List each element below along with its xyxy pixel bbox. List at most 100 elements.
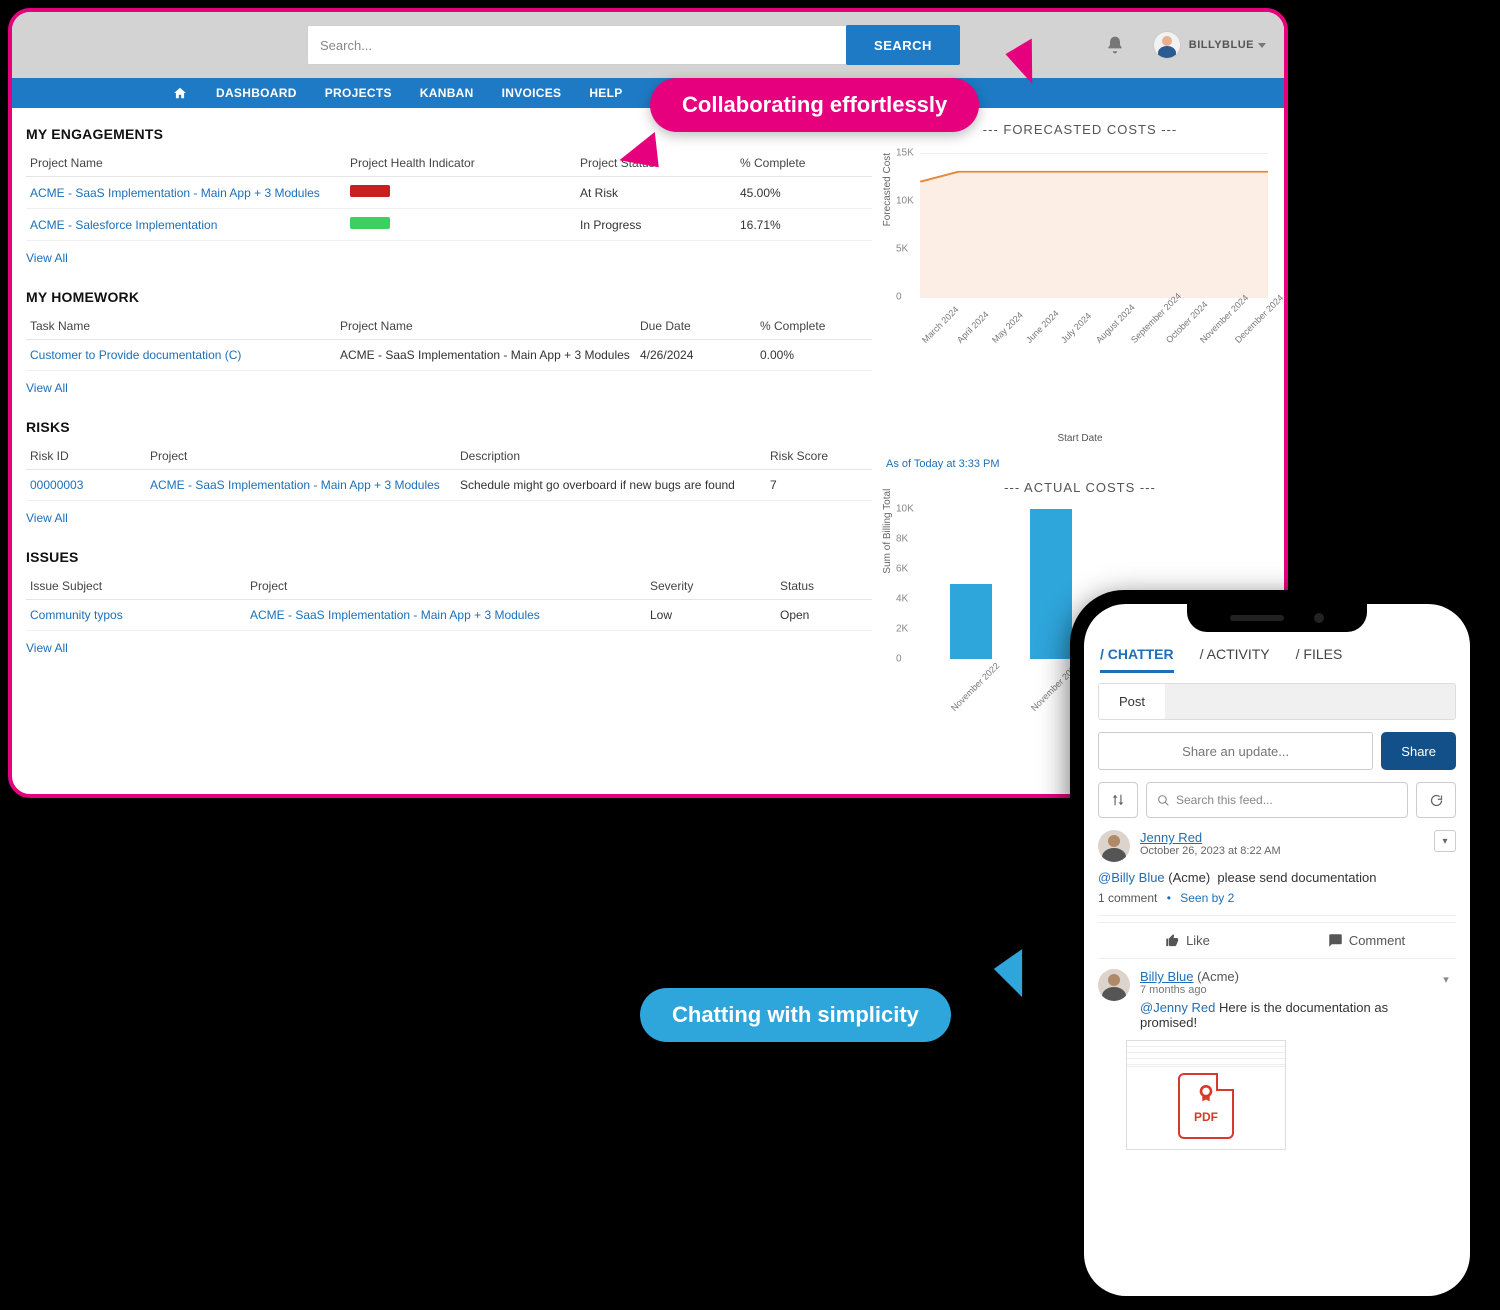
cell: ACME - SaaS Implementation - Main App + … xyxy=(336,340,636,371)
project-link[interactable]: ACME - SaaS Implementation - Main App + … xyxy=(246,600,646,631)
homework-table: Task Name Project Name Due Date % Comple… xyxy=(26,313,872,371)
comments-count[interactable]: 1 comment xyxy=(1098,891,1157,905)
nav-invoices[interactable]: INVOICES xyxy=(502,86,562,100)
username-label[interactable]: BILLYBLUE xyxy=(1189,39,1254,51)
risk-link[interactable]: 00000003 xyxy=(26,470,146,501)
sort-button[interactable] xyxy=(1098,782,1138,818)
table-row: ACME - Salesforce Implementation In Prog… xyxy=(26,209,872,241)
issues-table: Issue Subject Project Severity Status Co… xyxy=(26,573,872,631)
left-column: MY ENGAGEMENTS Project Name Project Heal… xyxy=(12,108,882,794)
tab-activity[interactable]: / ACTIVITY xyxy=(1200,646,1270,673)
topbar: Search... SEARCH BILLYBLUE xyxy=(12,12,1284,78)
mention-link[interactable]: @Jenny Red xyxy=(1140,1000,1215,1015)
feed-post: Jenny Red October 26, 2023 at 8:22 AM ▾ … xyxy=(1098,830,1456,916)
cell: Open xyxy=(776,600,872,631)
table-row: 00000003 ACME - SaaS Implementation - Ma… xyxy=(26,470,872,501)
nav-help[interactable]: HELP xyxy=(589,86,622,100)
nav-projects[interactable]: PROJECTS xyxy=(325,86,392,100)
forecast-chart: Forecasted Cost 15K 10K 5K 0 March 2024 … xyxy=(886,143,1274,383)
ytick: 2K xyxy=(896,624,908,635)
homework-title: MY HOMEWORK xyxy=(26,289,872,305)
view-all-link[interactable]: View All xyxy=(26,641,68,655)
tab-chatter[interactable]: / CHATTER xyxy=(1100,646,1174,673)
refresh-button[interactable] xyxy=(1416,782,1456,818)
ytick: 10K xyxy=(896,504,914,515)
pdf-label: PDF xyxy=(1194,1110,1218,1124)
col-header: Project xyxy=(246,573,646,600)
cell: 7 xyxy=(766,470,872,501)
feed-search-input[interactable]: Search this feed... xyxy=(1146,782,1408,818)
post-user-link[interactable]: Jenny Red xyxy=(1140,830,1281,845)
attachment-preview[interactable]: PDF xyxy=(1126,1040,1286,1150)
like-icon xyxy=(1165,933,1180,948)
xtick: June 2024 xyxy=(1024,308,1061,345)
share-input[interactable] xyxy=(1098,732,1373,770)
project-link[interactable]: ACME - SaaS Implementation - Main App + … xyxy=(26,177,346,209)
table-row: ACME - SaaS Implementation - Main App + … xyxy=(26,177,872,209)
reply-avatar[interactable] xyxy=(1098,969,1130,1001)
risks-title: RISKS xyxy=(26,419,872,435)
asof-label: As of Today at 3:33 PM xyxy=(886,458,1274,470)
view-all-link[interactable]: View All xyxy=(26,511,68,525)
table-row: Community typos ACME - SaaS Implementati… xyxy=(26,600,872,631)
home-icon[interactable] xyxy=(172,86,188,100)
health-indicator-green xyxy=(350,217,390,229)
seen-by-link[interactable]: Seen by 2 xyxy=(1180,891,1234,905)
reply-user-link[interactable]: Billy Blue xyxy=(1140,969,1193,984)
col-header: % Complete xyxy=(736,150,872,177)
cell: 0.00% xyxy=(756,340,872,371)
ytick: 10K xyxy=(896,196,914,207)
view-all-link[interactable]: View All xyxy=(26,251,68,265)
user-avatar[interactable] xyxy=(1153,31,1181,59)
task-link[interactable]: Customer to Provide documentation (C) xyxy=(26,340,336,371)
nav-dashboard[interactable]: DASHBOARD xyxy=(216,86,297,100)
comment-label: Comment xyxy=(1349,933,1405,948)
engagements-table: Project Name Project Health Indicator Pr… xyxy=(26,150,872,241)
reply-account: (Acme) xyxy=(1197,969,1239,984)
risks-table: Risk ID Project Description Risk Score 0… xyxy=(26,443,872,501)
ytick: 8K xyxy=(896,534,908,545)
tab-files[interactable]: / FILES xyxy=(1296,646,1343,673)
post-type-tabs: Post xyxy=(1098,683,1456,720)
chatter-tabs: / CHATTER / ACTIVITY / FILES xyxy=(1084,636,1470,673)
ytick: 15K xyxy=(896,148,914,159)
view-all-link[interactable]: View All xyxy=(26,381,68,395)
like-button[interactable]: Like xyxy=(1098,923,1277,958)
xtick: April 2024 xyxy=(955,309,991,345)
cell: 45.00% xyxy=(736,177,872,209)
area-plot xyxy=(920,153,1268,297)
post-menu-button[interactable]: ▾ xyxy=(1434,830,1456,852)
phone-frame: / CHATTER / ACTIVITY / FILES Post Share … xyxy=(1070,590,1484,1310)
xtick: November 2022 xyxy=(949,661,1001,713)
post-meta: 1 comment • Seen by 2 xyxy=(1098,891,1456,905)
reply-menu-button[interactable]: ▾ xyxy=(1436,969,1456,989)
share-button[interactable]: Share xyxy=(1381,732,1456,770)
search-button[interactable]: SEARCH xyxy=(846,25,960,65)
post-actions: Like Comment xyxy=(1098,922,1456,959)
project-link[interactable]: ACME - Salesforce Implementation xyxy=(26,209,346,241)
ytick: 5K xyxy=(896,244,908,255)
project-link[interactable]: ACME - SaaS Implementation - Main App + … xyxy=(146,470,456,501)
post-body: @Billy Blue (Acme) please send documenta… xyxy=(1098,870,1456,885)
xtick: March 2024 xyxy=(920,304,961,345)
post-avatar[interactable] xyxy=(1098,830,1130,862)
post-tab-other[interactable] xyxy=(1165,684,1455,719)
pdf-icon: PDF xyxy=(1178,1073,1234,1139)
search-input[interactable]: Search... xyxy=(307,25,847,65)
nav-kanban[interactable]: KANBAN xyxy=(420,86,474,100)
col-header: Due Date xyxy=(636,313,756,340)
comment-button[interactable]: Comment xyxy=(1277,923,1456,958)
post-tab-post[interactable]: Post xyxy=(1099,684,1165,719)
comment-icon xyxy=(1328,933,1343,948)
issue-link[interactable]: Community typos xyxy=(26,600,246,631)
ytick: 0 xyxy=(896,654,902,665)
callout-chatting: Chatting with simplicity xyxy=(640,988,951,1042)
bell-icon[interactable] xyxy=(1105,35,1125,55)
mention-link[interactable]: @Billy Blue xyxy=(1098,870,1165,885)
col-header: Risk Score xyxy=(766,443,872,470)
col-header: Task Name xyxy=(26,313,336,340)
user-menu-caret-icon[interactable] xyxy=(1258,43,1266,48)
xtick: July 2024 xyxy=(1059,311,1093,345)
feed-search-placeholder: Search this feed... xyxy=(1176,793,1273,807)
cell: Low xyxy=(646,600,776,631)
